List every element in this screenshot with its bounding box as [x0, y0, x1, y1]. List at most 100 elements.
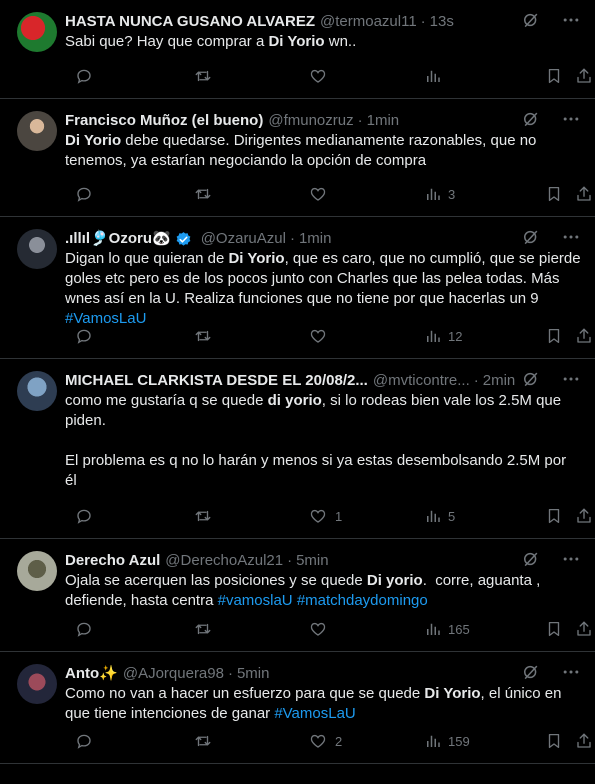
share-button[interactable] — [567, 620, 593, 638]
retweet-icon — [193, 620, 213, 638]
bar-chart-icon — [424, 732, 442, 750]
like-button[interactable]: 2 — [301, 732, 342, 750]
author-handle[interactable]: @fmunozruz — [268, 111, 353, 131]
author-handle[interactable]: @OzaruAzul — [201, 229, 286, 249]
bookmark-button[interactable] — [537, 67, 563, 85]
avatar[interactable] — [17, 551, 57, 591]
author-handle[interactable]: @AJorquera98 — [123, 664, 224, 684]
timestamp[interactable]: 1min — [299, 229, 332, 249]
bookmark-button[interactable] — [537, 185, 563, 203]
retweet-button[interactable] — [185, 732, 221, 750]
more-options-icon[interactable] — [561, 662, 581, 682]
timestamp[interactable]: 2min — [483, 371, 516, 391]
retweet-icon — [193, 327, 213, 345]
reply-button[interactable] — [67, 185, 101, 203]
grok-icon[interactable] — [521, 369, 541, 389]
tweet[interactable]: 165 Derecho Azul @DerechoAzul21 · 5min Ojala … — [0, 539, 595, 652]
avatar[interactable] — [17, 111, 57, 151]
heart-icon — [309, 507, 327, 525]
grok-icon[interactable] — [521, 227, 541, 247]
like-button[interactable] — [301, 185, 335, 203]
grok-icon[interactable] — [521, 549, 541, 569]
tweet[interactable]: 12 .ıllıl🎐Ozoru🐼 @OzaruAzul · 1min Digan lo q… — [0, 217, 595, 359]
bookmark-button[interactable] — [537, 327, 563, 345]
bar-chart-icon — [424, 620, 442, 638]
reply-button[interactable] — [67, 732, 101, 750]
timestamp[interactable]: 1min — [367, 111, 400, 131]
retweet-button[interactable] — [185, 620, 221, 638]
tweet-content: MICHAEL CLARKISTA DESDE EL 20/08/2... @mv… — [65, 369, 581, 491]
grok-icon[interactable] — [521, 109, 541, 129]
retweet-button[interactable] — [185, 327, 221, 345]
tweet-text: como me gustaría q se quede di yorio, si… — [65, 391, 581, 491]
author-name[interactable]: Derecho Azul — [65, 551, 160, 571]
author-handle[interactable]: @termoazul11 — [320, 12, 417, 32]
share-button[interactable] — [567, 507, 593, 525]
author-handle[interactable]: @DerechoAzul21 — [165, 551, 283, 571]
tweet[interactable]: 2 159 Anto✨ @AJorquera98 · 5min Como no van a … — [0, 652, 595, 764]
avatar[interactable] — [17, 12, 57, 52]
share-button[interactable] — [567, 732, 593, 750]
bookmark-button[interactable] — [537, 507, 563, 525]
tweet[interactable]: 3 Francisco Muñoz (el bueno) @fmunozruz · 1m… — [0, 99, 595, 217]
like-button[interactable] — [301, 67, 335, 85]
tweet-actions — [65, 54, 591, 98]
avatar[interactable] — [17, 664, 57, 704]
heart-icon — [309, 185, 327, 203]
timestamp[interactable]: 13s — [430, 12, 454, 32]
more-options-icon[interactable] — [561, 109, 581, 129]
views-button[interactable]: 165 — [418, 620, 470, 638]
views-button[interactable] — [418, 67, 448, 85]
reply-button[interactable] — [67, 507, 101, 525]
share-button[interactable] — [567, 327, 593, 345]
author-handle[interactable]: @mvticontre... — [373, 371, 470, 391]
author-name[interactable]: MICHAEL CLARKISTA DESDE EL 20/08/2... — [65, 371, 368, 391]
reply-button[interactable] — [67, 67, 101, 85]
tweet-content: HASTA NUNCA GUSANO ALVAREZ @termoazul11 · 1… — [65, 10, 581, 52]
tweet[interactable]: HASTA NUNCA GUSANO ALVAREZ @termoazul11 · 1… — [0, 0, 595, 99]
author-name[interactable]: Francisco Muñoz (el bueno) — [65, 111, 263, 131]
like-button[interactable] — [301, 327, 335, 345]
author-name[interactable]: HASTA NUNCA GUSANO ALVAREZ — [65, 12, 315, 32]
tweet-header: .ıllıl🎐Ozoru🐼 @OzaruAzul · 1min — [65, 227, 581, 249]
highlighted-term: di yorio — [267, 392, 322, 409]
tweet-actions: 3 — [65, 172, 591, 216]
like-button[interactable] — [301, 620, 335, 638]
retweet-button[interactable] — [185, 185, 221, 203]
text-segment: Como no van a hacer un esfuerzo para que… — [65, 685, 425, 702]
bar-chart-icon — [424, 507, 442, 525]
bookmark-button[interactable] — [537, 732, 563, 750]
timestamp[interactable]: 5min — [296, 551, 329, 571]
like-button[interactable]: 1 — [301, 507, 342, 525]
reply-button[interactable] — [67, 327, 101, 345]
separator-dot: · — [473, 372, 479, 389]
retweet-button[interactable] — [185, 67, 221, 85]
author-name[interactable]: Anto✨ — [65, 664, 118, 684]
grok-icon[interactable] — [521, 662, 541, 682]
share-button[interactable] — [567, 185, 593, 203]
views-button[interactable]: 12 — [418, 327, 462, 345]
more-options-icon[interactable] — [561, 369, 581, 389]
timestamp[interactable]: 5min — [237, 664, 270, 684]
reply-button[interactable] — [67, 620, 101, 638]
avatar[interactable] — [17, 371, 57, 411]
views-button[interactable]: 3 — [418, 185, 455, 203]
text-segment: debe quedarse. Dirigentes medianamente r… — [65, 132, 541, 169]
bookmark-button[interactable] — [537, 620, 563, 638]
share-button[interactable] — [567, 67, 593, 85]
views-button[interactable]: 159 — [418, 732, 470, 750]
highlighted-term: Di Yorio — [65, 132, 122, 149]
separator-dot: · — [357, 112, 363, 129]
views-button[interactable]: 5 — [418, 507, 455, 525]
more-options-icon[interactable] — [561, 10, 581, 30]
share-icon — [575, 507, 593, 525]
retweet-button[interactable] — [185, 507, 221, 525]
tweet-header-actions — [521, 662, 581, 682]
grok-icon[interactable] — [521, 10, 541, 30]
avatar[interactable] — [17, 229, 57, 269]
more-options-icon[interactable] — [561, 549, 581, 569]
tweet[interactable]: 1 5 MICHAEL CLARKISTA DESDE EL 20/08/2... @… — [0, 359, 595, 539]
author-name[interactable]: .ıllıl🎐Ozoru🐼 — [65, 229, 171, 249]
more-options-icon[interactable] — [561, 227, 581, 247]
heart-icon — [309, 732, 327, 750]
